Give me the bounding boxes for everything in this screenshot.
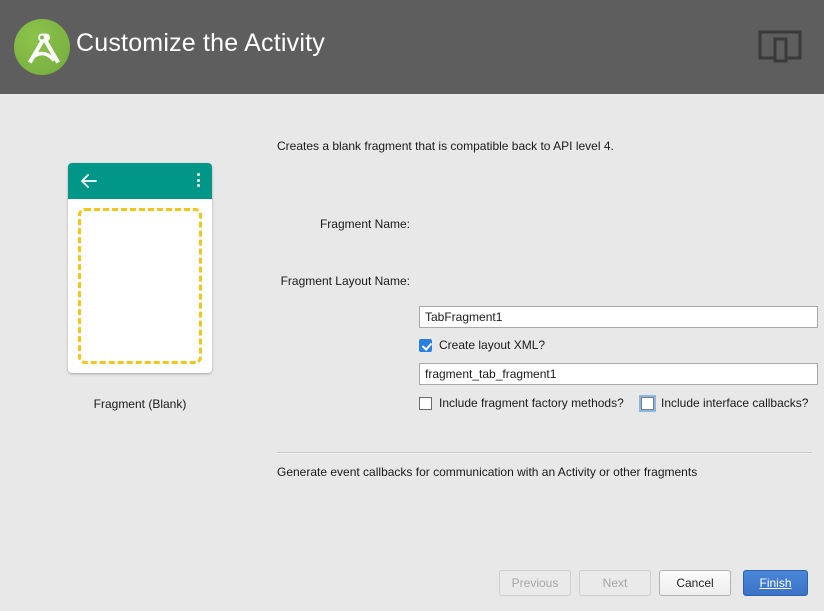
cancel-button[interactable]: Cancel — [659, 570, 731, 596]
create-layout-xml-checkbox[interactable] — [419, 338, 432, 352]
preview-placeholder-box — [78, 208, 202, 364]
finish-button[interactable]: Finish — [743, 570, 808, 596]
page-title: Customize the Activity — [76, 29, 325, 57]
overflow-menu-icon — [197, 173, 201, 189]
help-text: Generate event callbacks for communicati… — [277, 465, 698, 479]
include-interface-callbacks-label: Include interface callbacks? — [661, 396, 809, 410]
create-layout-xml-checkbox-row[interactable]: Create layout XML? — [419, 338, 545, 352]
include-factory-methods-label: Include fragment factory methods? — [439, 396, 624, 410]
logo-compass-glyph — [28, 33, 60, 64]
include-interface-callbacks-checkbox-row[interactable]: Include interface callbacks? — [641, 396, 808, 410]
previous-button[interactable]: Previous — [499, 570, 571, 596]
android-studio-logo — [14, 19, 70, 75]
finish-button-label: Finish — [759, 576, 792, 590]
dialog-header: Customize the Activity — [0, 0, 824, 94]
arrow-back-icon — [81, 174, 97, 188]
preview-content — [68, 199, 212, 373]
tablet-phone-preview-icon — [758, 30, 802, 63]
fragment-layout-name-input[interactable] — [419, 363, 818, 385]
include-factory-methods-checkbox-row[interactable]: Include fragment factory methods? — [419, 396, 624, 410]
fragment-name-input[interactable] — [419, 306, 818, 328]
next-button[interactable]: Next — [579, 570, 651, 596]
fragment-name-label: Fragment Name: — [319, 217, 410, 231]
form-description: Creates a blank fragment that is compati… — [277, 139, 614, 153]
section-divider — [277, 452, 812, 454]
preview-caption: Fragment (Blank) — [93, 397, 187, 411]
fragment-preview — [68, 163, 212, 373]
dialog-body: Fragment (Blank) Creates a blank fragmen… — [0, 94, 824, 611]
fragment-layout-name-label: Fragment Layout Name: — [280, 274, 410, 288]
preview-appbar — [68, 163, 212, 199]
include-factory-methods-checkbox[interactable] — [419, 396, 432, 410]
include-interface-callbacks-checkbox[interactable] — [641, 396, 654, 410]
create-layout-xml-label: Create layout XML? — [439, 338, 546, 352]
